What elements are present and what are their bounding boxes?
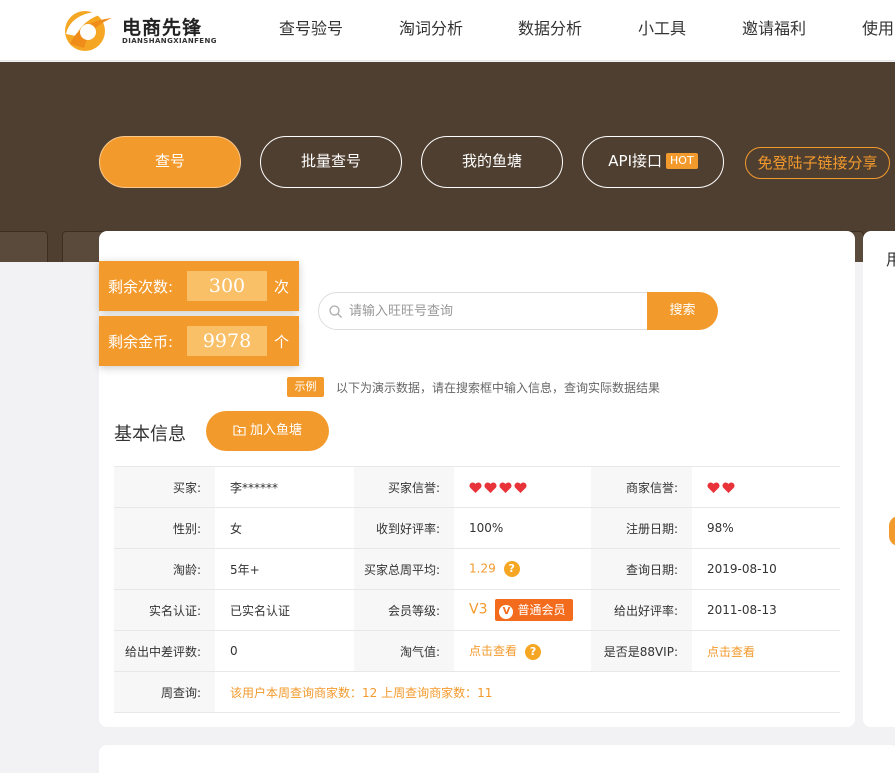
buyer-credit-label: 买家信誉: <box>354 466 454 508</box>
side-card <box>863 231 895 727</box>
taoqi-link[interactable]: 点击查看 <box>469 644 517 658</box>
reg-date-value: 98% <box>692 507 840 549</box>
heart-icon <box>469 481 482 493</box>
remaining-count-panel: 剩余次数: 300 次 <box>99 261 299 311</box>
buyer-value: 李****** <box>215 466 354 508</box>
side-card-title: 用 <box>886 250 895 269</box>
heart-icon <box>499 481 512 493</box>
member-label: 会员等级: <box>354 589 454 631</box>
nav-item-invite[interactable]: 邀请福利 <box>742 0 806 61</box>
weekly-avg-cell: 1.29? <box>454 548 591 590</box>
gender-value: 女 <box>215 507 354 549</box>
nav-item-tools[interactable]: 小工具 <box>638 0 686 61</box>
good-rate-value: 100% <box>454 507 591 549</box>
share-link-button[interactable]: 免登陆子链接分享 <box>745 147 890 179</box>
folder-plus-icon <box>233 424 246 436</box>
top-header: 电商先锋 DIANSHANGXIANFENG 查号验号 淘词分析 数据分析 小工… <box>0 0 895 61</box>
heart-icon <box>707 481 720 493</box>
remaining-coins-label: 剩余金币: <box>108 333 174 351</box>
search-icon <box>329 305 342 318</box>
realname-label: 实名认证: <box>114 589 215 631</box>
search-button[interactable]: 搜索 <box>647 292 718 330</box>
good-rate-label: 收到好评率: <box>354 507 454 549</box>
table-row: 实名认证: 已实名认证 会员等级: V3 V 普通会员 给出好评率: 2011-08… <box>114 589 840 631</box>
logo-icon <box>65 11 112 51</box>
remaining-count-label: 剩余次数: <box>108 278 174 296</box>
age-label: 淘龄: <box>114 548 215 590</box>
tab-lookup[interactable]: 查号 <box>99 136 241 188</box>
taoqi-cell: 点击查看? <box>454 630 591 672</box>
tab-api-label: API接口 <box>608 152 663 170</box>
heart-icon <box>514 481 527 493</box>
brand-subtitle: DIANSHANGXIANFENG <box>122 37 217 45</box>
buyer-credit-hearts <box>454 466 591 508</box>
member-badge: V 普通会员 <box>495 599 573 621</box>
demo-tag: 示例 <box>287 377 324 397</box>
given-bad-label: 给出中差评数: <box>114 630 215 672</box>
weekly-query-value: 该用户本周查询商家数：12 上周查询商家数：11 <box>215 671 840 713</box>
seller-credit-label: 商家信誉: <box>591 466 692 508</box>
nav-item-keyword-analysis[interactable]: 淘词分析 <box>399 0 463 61</box>
demo-notice: 以下为演示数据，请在搜索框中输入信息，查询实际数据结果 <box>336 381 661 395</box>
tab-batch-lookup[interactable]: 批量查号 <box>260 136 402 188</box>
table-row: 周查询: 该用户本周查询商家数：12 上周查询商家数：11 <box>114 671 840 713</box>
remaining-coins-panel: 剩余金币: 9978 个 <box>99 316 299 366</box>
table-row: 买家: 李****** 买家信誉: 商家信誉: <box>114 466 840 508</box>
table-row: 给出中差评数: 0 淘气值: 点击查看? 是否是88VIP: 点击查看 <box>114 630 840 672</box>
remaining-coins-value: 9978 <box>187 326 267 356</box>
help-icon[interactable]: ? <box>503 561 520 577</box>
remaining-count-unit: 次 <box>274 278 290 296</box>
brand-logo[interactable]: 电商先锋 DIANSHANGXIANFENG <box>60 4 216 54</box>
search-box <box>318 292 652 330</box>
nav-item-data-analysis[interactable]: 数据分析 <box>518 0 582 61</box>
member-cell: V3 V 普通会员 <box>454 589 591 631</box>
basic-info-title: 基本信息 <box>114 424 186 445</box>
help-icon[interactable]: ? <box>525 643 542 660</box>
search-input[interactable] <box>349 293 639 329</box>
heart-icon <box>722 481 735 493</box>
vip88-label: 是否是88VIP: <box>591 630 692 672</box>
lower-card <box>99 745 895 773</box>
table-row: 淘龄: 5年+ 买家总周平均: 1.29? 查询日期: 2019-08-10 <box>114 548 840 590</box>
remaining-count-value: 300 <box>187 271 267 301</box>
search-bar: 搜索 <box>318 292 718 330</box>
gender-label: 性别: <box>114 507 215 549</box>
taoqi-label: 淘气值: <box>354 630 454 672</box>
buyer-label: 买家: <box>114 466 215 508</box>
tab-my-pond[interactable]: 我的鱼塘 <box>421 136 563 188</box>
given-good-label: 给出好评率: <box>591 589 692 631</box>
table-row: 性别: 女 收到好评率: 100% 注册日期: 98% <box>114 507 840 549</box>
remaining-coins-unit: 个 <box>274 333 290 351</box>
weekly-avg-label: 买家总周平均: <box>354 548 454 590</box>
realname-value: 已实名认证 <box>215 589 354 631</box>
query-date-label: 查询日期: <box>591 548 692 590</box>
member-level: V3 <box>469 601 488 618</box>
add-to-pond-label: 加入鱼塘 <box>249 423 302 438</box>
member-badge-label: 普通会员 <box>517 603 566 617</box>
given-bad-value: 0 <box>215 630 354 672</box>
vip-icon: V <box>499 605 514 619</box>
side-float-icon[interactable] <box>889 516 895 546</box>
query-date-value: 2019-08-10 <box>692 548 840 590</box>
seller-credit-hearts <box>692 466 840 508</box>
brand-name: 电商先锋 <box>122 17 203 39</box>
nav-item-lookup[interactable]: 查号验号 <box>279 0 343 61</box>
basic-info-table: 买家: 李****** 买家信誉: 商家信誉: 性别: 女 收到好评率: 100… <box>114 466 840 713</box>
weekly-query-label: 周查询: <box>114 671 215 713</box>
nav-item-usage[interactable]: 使用 <box>862 0 894 61</box>
hot-badge: HOT <box>666 153 698 169</box>
vip88-link[interactable]: 点击查看 <box>692 630 840 672</box>
tab-api[interactable]: API接口 HOT <box>582 136 724 188</box>
weekly-avg-value: 1.29 <box>469 561 496 576</box>
given-good-value: 2011-08-13 <box>692 589 840 631</box>
heart-icon <box>484 481 497 493</box>
add-to-pond-button[interactable]: 加入鱼塘 <box>206 411 329 451</box>
reg-date-label: 注册日期: <box>591 507 692 549</box>
age-value: 5年+ <box>215 548 354 590</box>
